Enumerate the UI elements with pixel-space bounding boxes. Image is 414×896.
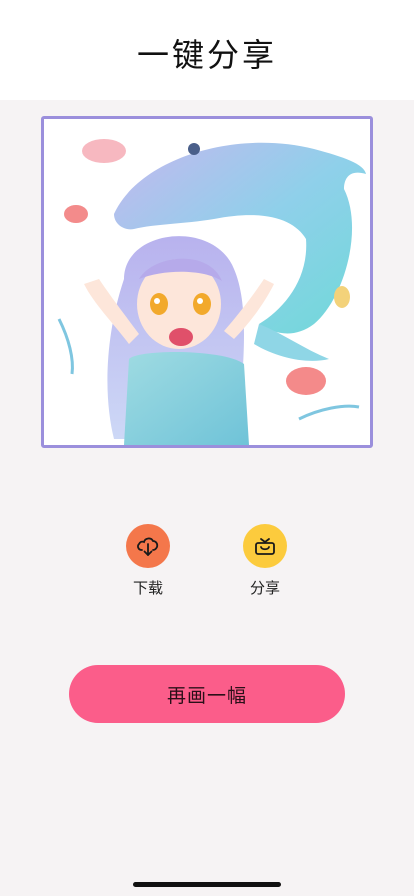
home-indicator[interactable] [133, 882, 281, 887]
share-basket-icon[interactable] [243, 524, 287, 568]
artwork-illustration [44, 119, 370, 445]
share-label: 分享 [249, 579, 280, 597]
download-icon[interactable] [126, 524, 170, 568]
header: 一键分享 [0, 0, 414, 100]
redraw-button[interactable]: 再画一幅 [69, 665, 345, 723]
download-button[interactable]: 下载 [108, 524, 188, 598]
page-title: 一键分享 [136, 36, 277, 74]
share-button[interactable]: 分享 [225, 524, 305, 598]
download-label: 下载 [132, 579, 163, 597]
artwork-image [41, 116, 373, 448]
